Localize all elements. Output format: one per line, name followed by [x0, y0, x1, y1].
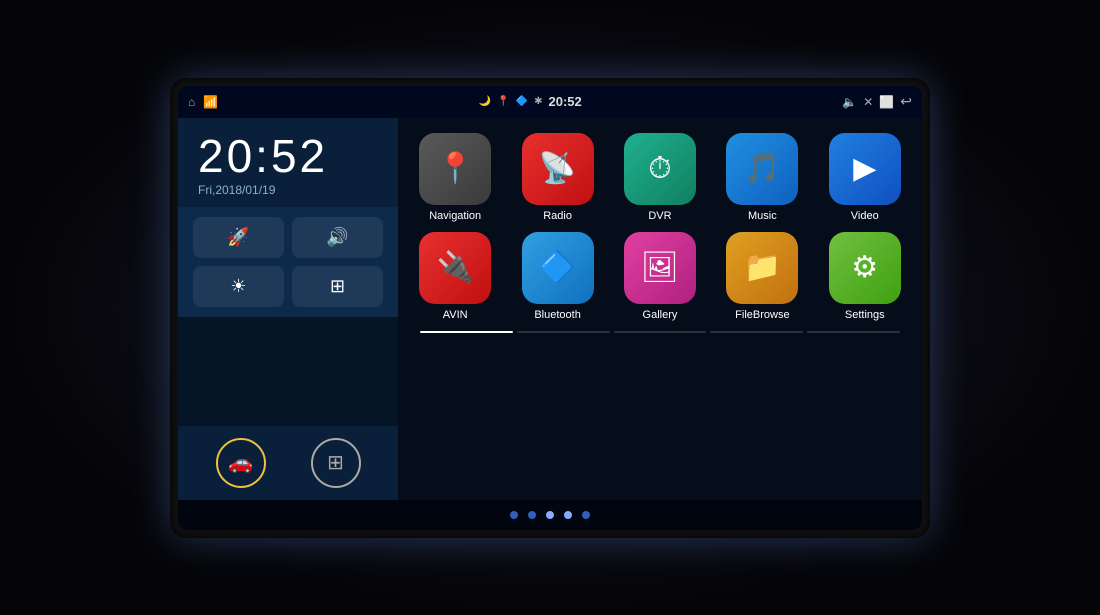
widget-panel: 20:52 Fri,2018/01/19 🚀 🔊 ☀ ⊞ 🚗 ⊞ [178, 118, 398, 500]
music-label: Music [748, 210, 777, 222]
home-icon[interactable]: ⌂ [188, 95, 195, 109]
status-bar: ⌂ 📶 🌙 📍 🔷 ✱ 20:52 🔈 ✕ ⬜ ↩ [178, 86, 922, 118]
radio-icon: 📡 [522, 133, 594, 205]
bottom-widget: 🚗 ⊞ [178, 426, 398, 500]
clock-time: 20:52 [198, 133, 378, 179]
app-bluetooth[interactable]: 🔷 Bluetooth [513, 232, 603, 321]
app-music[interactable]: 🎵 Music [717, 133, 807, 222]
dvr-label: DVR [648, 210, 671, 222]
bluetooth-icon: 🔷 [522, 232, 594, 304]
settings-icon: ⚙ [829, 232, 901, 304]
gallery-label: Gallery [643, 309, 678, 321]
screen: ⌂ 📶 🌙 📍 🔷 ✱ 20:52 🔈 ✕ ⬜ ↩ [178, 86, 922, 530]
screen-icon[interactable]: ⬜ [879, 95, 894, 109]
brightness-button[interactable]: ☀ [193, 266, 284, 307]
page-indicator-3[interactable] [710, 331, 803, 333]
radio-label: Radio [543, 210, 572, 222]
app-row-1: 📍 Navigation 📡 Radio ⏱ DVR 🎵 [408, 133, 912, 222]
page-indicators [408, 331, 912, 333]
screen-bezel: ⌂ 📶 🌙 📍 🔷 ✱ 20:52 🔈 ✕ ⬜ ↩ [170, 78, 930, 538]
quick-controls: 🚀 🔊 ☀ ⊞ [178, 207, 398, 317]
dot-1 [528, 511, 536, 519]
clock-widget: 20:52 Fri,2018/01/19 [178, 118, 398, 207]
clock-date: Fri,2018/01/19 [198, 183, 378, 197]
settings-label: Settings [845, 309, 885, 321]
back-icon[interactable]: ↩ [900, 93, 912, 110]
apps-button[interactable]: ⊞ [311, 438, 361, 488]
location-icon: 📍 [497, 96, 509, 107]
app-dvr[interactable]: ⏱ DVR [615, 133, 705, 222]
sleep-icon: 🌙 [479, 96, 491, 107]
app-grid-area: 📍 Navigation 📡 Radio ⏱ DVR 🎵 [398, 118, 922, 500]
volume-icon[interactable]: 🔈 [842, 95, 857, 109]
rocket-button[interactable]: 🚀 [193, 217, 284, 258]
dot-0 [510, 511, 518, 519]
filebrowse-icon: 📁 [726, 232, 798, 304]
app-gallery[interactable]: 🖼 Gallery [615, 232, 705, 321]
bluetooth-label: Bluetooth [534, 309, 580, 321]
bluetooth-status-icon: 🔷 [516, 96, 528, 107]
dot-4 [582, 511, 590, 519]
app-avin[interactable]: 🔌 AVIN [410, 232, 500, 321]
avin-icon: 🔌 [419, 232, 491, 304]
dot-2 [546, 511, 554, 519]
status-right: 🔈 ✕ ⬜ ↩ [842, 93, 912, 110]
car-button[interactable]: 🚗 [216, 438, 266, 488]
indicator-bar [178, 500, 922, 530]
volume-button[interactable]: 🔊 [292, 217, 383, 258]
video-icon: ▶ [829, 133, 901, 205]
navigation-icon: 📍 [419, 133, 491, 205]
navigation-label: Navigation [429, 210, 481, 222]
status-time: 20:52 [549, 94, 582, 109]
dot-3 [564, 511, 572, 519]
main-content: 20:52 Fri,2018/01/19 🚀 🔊 ☀ ⊞ 🚗 ⊞ [178, 118, 922, 500]
music-icon: 🎵 [726, 133, 798, 205]
app-video[interactable]: ▶ Video [820, 133, 910, 222]
app-settings[interactable]: ⚙ Settings [820, 232, 910, 321]
status-left: ⌂ 📶 [188, 95, 218, 109]
dvr-icon: ⏱ [624, 133, 696, 205]
page-indicator-4[interactable] [807, 331, 900, 333]
equalizer-button[interactable]: ⊞ [292, 266, 383, 307]
avin-label: AVIN [443, 309, 468, 321]
connected-icon: 📶 [203, 95, 218, 109]
page-indicator-1[interactable] [517, 331, 610, 333]
video-label: Video [851, 210, 879, 222]
filebrowse-label: FileBrowse [735, 309, 789, 321]
close-icon[interactable]: ✕ [863, 95, 873, 109]
page-indicator-2[interactable] [614, 331, 707, 333]
signal-icon: ✱ [534, 96, 542, 107]
app-radio[interactable]: 📡 Radio [513, 133, 603, 222]
gallery-icon: 🖼 [624, 232, 696, 304]
app-filebrowse[interactable]: 📁 FileBrowse [717, 232, 807, 321]
app-row-2: 🔌 AVIN 🔷 Bluetooth 🖼 Gallery 📁 [408, 232, 912, 321]
car-frame: ⌂ 📶 🌙 📍 🔷 ✱ 20:52 🔈 ✕ ⬜ ↩ [0, 0, 1100, 615]
status-center: 🌙 📍 🔷 ✱ 20:52 [479, 94, 582, 109]
app-navigation[interactable]: 📍 Navigation [410, 133, 500, 222]
page-indicator-0[interactable] [420, 331, 513, 333]
